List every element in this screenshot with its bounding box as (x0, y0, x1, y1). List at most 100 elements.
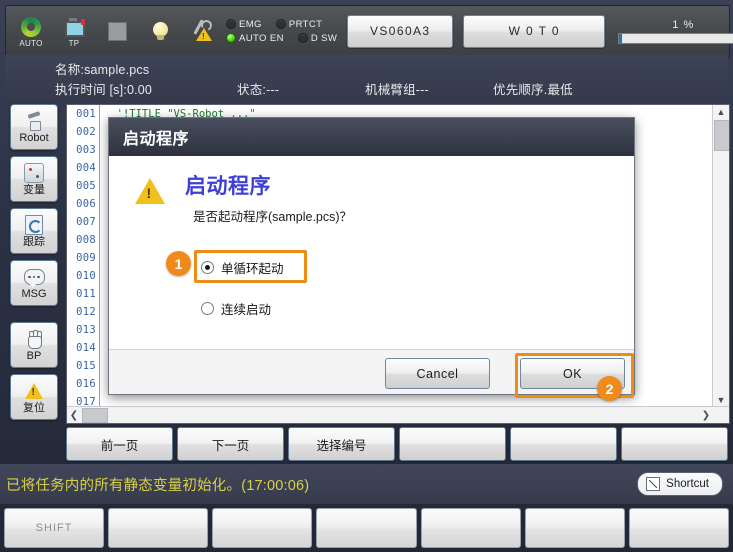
line-number: 002 (76, 126, 96, 138)
editor-horizontal-scrollbar[interactable]: ❮ ❯ (67, 406, 729, 423)
scroll-left-icon[interactable]: ❮ (67, 407, 81, 423)
single-cycle-radio-label: 单循环起动 (221, 262, 284, 276)
line-number: 009 (76, 252, 96, 264)
line-number: 014 (76, 342, 96, 354)
line-number-gutter: 001 002 003 004 005 006 007 008 009 010 011 012 013 0… (67, 105, 100, 423)
sidebar-item-label: 跟踪 (23, 235, 45, 248)
key-blank-2[interactable] (108, 508, 209, 548)
status-icon-group: AUTO TP (6, 11, 220, 51)
line-number: 011 (76, 288, 96, 300)
warning-triangle-icon (25, 381, 43, 402)
key-blank-5[interactable] (420, 508, 521, 548)
line-number: 007 (76, 216, 96, 228)
led-emg-lamp (226, 19, 236, 29)
led-row-top: EMG PRTCT (226, 19, 337, 30)
continuous-radio[interactable]: 连续启动 (201, 299, 271, 318)
teach-pendant-icon: TP (57, 11, 91, 51)
scroll-down-icon[interactable]: ▼ (713, 393, 729, 407)
led-d-sw: D SW (297, 33, 337, 44)
auto-swirl-glyph (21, 15, 41, 39)
key-blank-6[interactable] (524, 508, 625, 548)
led-auto-en-label: AUTO EN (239, 32, 284, 44)
key-blank-4[interactable] (316, 508, 417, 548)
shortcut-label: Shortcut (666, 478, 709, 490)
robot-arm-icon (26, 111, 43, 132)
sidebar-item-label: Robot (19, 131, 49, 144)
speed-progress-fill (619, 33, 623, 43)
single-cycle-radio[interactable]: 单循环起动 (201, 258, 284, 277)
sidebar-item-reset[interactable]: 复位 (10, 374, 58, 420)
sidebar-item-label: 变量 (23, 183, 45, 196)
speed-indicator[interactable]: 1 % (618, 18, 733, 44)
function-button-1[interactable]: 前一页 (66, 427, 173, 461)
sidebar-item-label: BP (26, 349, 42, 362)
key-blank-3[interactable] (212, 508, 313, 548)
sidebar-item-msg[interactable]: MSG (10, 260, 58, 306)
led-prtct: PRTCT (275, 18, 323, 30)
sidebar-divider (5, 312, 63, 322)
tp-glyph (64, 15, 85, 39)
tool-work-button[interactable]: W 0 T 0 (463, 14, 606, 48)
program-arm-group: 机械臂组--- (365, 83, 429, 97)
status-message: 已将任务内的所有静态变量初始化。(17:00:06) (6, 477, 310, 494)
teach-pendant-label: TP (68, 38, 80, 48)
horizontal-scroll-thumb[interactable] (82, 408, 108, 423)
led-d-sw-lamp (297, 33, 308, 43)
lamp-glyph (152, 19, 168, 43)
line-number: 013 (76, 324, 96, 336)
led-auto-en: AUTO EN (226, 33, 284, 44)
editor-vertical-scrollbar[interactable]: ▲ ▼ (712, 105, 729, 407)
dialog-footer: Cancel OK (109, 350, 634, 398)
auto-mode-label: AUTO (19, 38, 43, 48)
sidebar-item-trace[interactable]: 跟踪 (10, 208, 58, 254)
function-button-4[interactable] (399, 427, 506, 461)
dialog-question: 是否起动程序(sample.pcs)？ (193, 210, 353, 224)
robot-model-button[interactable]: VS060A3 (347, 14, 454, 48)
left-sidebar: Robot 变量 跟踪 MSG BP 复位 (5, 104, 63, 422)
function-button-3[interactable]: 选择编号 (288, 427, 395, 461)
teach-pendant-screen: AUTO TP ! EMG PRTCT AUTO EN D SW VS060A3… (0, 0, 733, 552)
sidebar-item-variable[interactable]: 变量 (10, 156, 58, 202)
function-button-2[interactable]: 下一页 (177, 427, 284, 461)
sidebar-item-bp[interactable]: BP (10, 322, 58, 368)
led-prtct-label: PRTCT (288, 18, 323, 30)
sidebar-item-robot[interactable]: Robot (10, 104, 58, 150)
line-number: 001 (76, 108, 96, 120)
program-name: 名称:sample.pcs (55, 63, 150, 77)
shortcut-button[interactable]: Shortcut (637, 472, 723, 496)
start-program-dialog: 启动程序 启动程序 是否起动程序(sample.pcs)？ 单循环起动 1 连续… (108, 117, 635, 401)
auto-mode-icon: AUTO (14, 11, 48, 51)
dialog-title: 启动程序 (109, 118, 634, 156)
line-number: 015 (76, 360, 96, 372)
cancel-button[interactable]: Cancel (385, 358, 490, 389)
callout-badge-2: 2 (597, 376, 622, 401)
led-emg: EMG (226, 19, 262, 30)
program-status: 状态:--- (237, 83, 280, 97)
key-shift[interactable]: SHIFT (4, 508, 105, 548)
function-button-5[interactable] (510, 427, 617, 461)
scroll-up-icon[interactable]: ▲ (713, 105, 729, 119)
speed-percent-label: 1 % (672, 18, 695, 31)
lamp-icon (143, 11, 177, 51)
single-cycle-radio-mark[interactable] (201, 261, 214, 274)
vertical-scroll-thumb[interactable] (714, 120, 729, 151)
led-row-bottom: AUTO EN D SW (226, 33, 337, 44)
continuous-radio-mark[interactable] (201, 302, 214, 315)
speed-progress-bar[interactable] (618, 32, 733, 44)
line-number: 003 (76, 144, 96, 156)
program-info-row: 名称:sample.pcs 执行时间 [s]:0.00 状态:--- 机械臂组-… (5, 55, 728, 103)
function-button-6[interactable] (621, 427, 728, 461)
line-number: 004 (76, 162, 96, 174)
sidebar-item-label: 复位 (23, 401, 45, 414)
top-status-bar: AUTO TP ! EMG PRTCT AUTO EN D SW VS060A3… (5, 5, 733, 57)
callout-badge-1: 1 (166, 251, 191, 276)
program-exec-time: 执行时间 [s]:0.00 (55, 83, 153, 97)
led-prtct-lamp (275, 19, 286, 29)
function-button-row: 前一页 下一页 选择编号 (66, 427, 728, 461)
led-auto-en-lamp (226, 33, 236, 43)
message-bubble-icon (23, 267, 45, 288)
scroll-right-icon[interactable]: ❯ (699, 407, 713, 423)
dialog-heading: 启动程序 (185, 175, 271, 198)
line-number: 006 (76, 198, 96, 210)
key-blank-7[interactable] (628, 508, 729, 548)
